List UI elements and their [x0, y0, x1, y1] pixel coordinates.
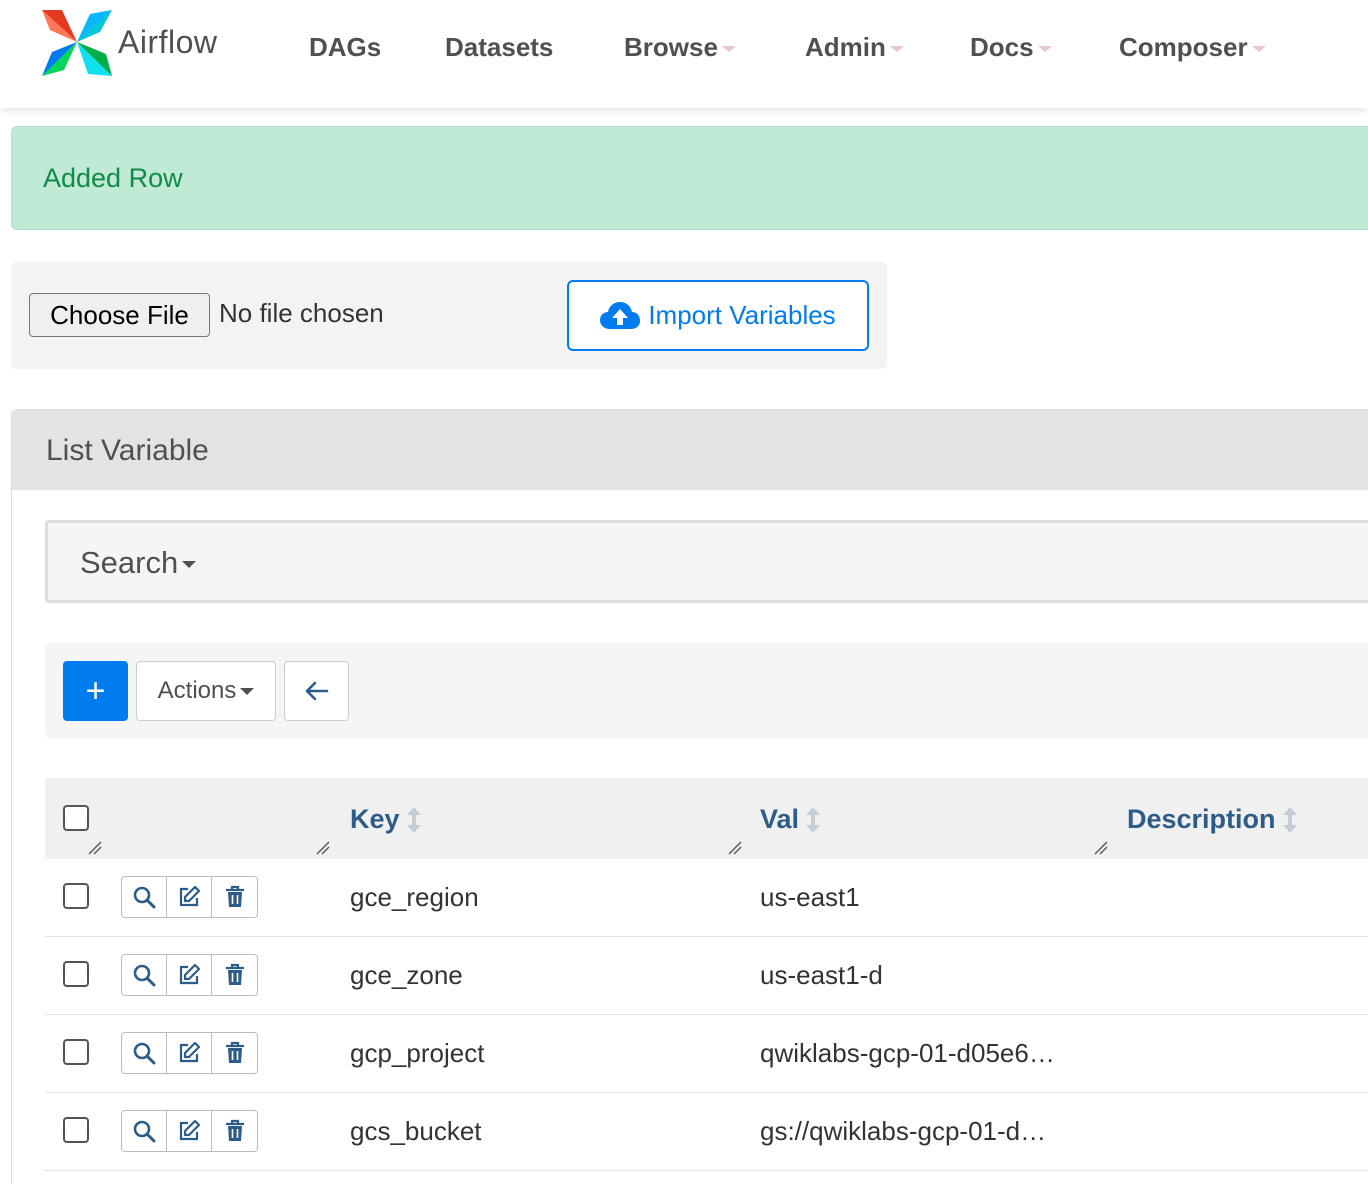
row-checkbox[interactable]: [63, 961, 89, 987]
trash-icon: [225, 1119, 244, 1141]
row-actions: [121, 1110, 258, 1152]
search-icon: [133, 1120, 156, 1143]
top-navbar: Airflow DAGs Datasets Browse Admin Docs …: [0, 0, 1368, 108]
airflow-pinwheel-icon: [42, 10, 112, 76]
show-record-button[interactable]: [122, 877, 167, 917]
sort-icon: [406, 806, 421, 833]
column-header-description[interactable]: Description: [1127, 804, 1298, 835]
cell-key: gcp_project: [350, 1038, 485, 1068]
nav-browse[interactable]: Browse: [624, 30, 736, 64]
column-resize-icon[interactable]: [727, 840, 743, 856]
edit-record-button[interactable]: [167, 877, 212, 917]
delete-record-button[interactable]: [212, 1033, 257, 1073]
column-header-key[interactable]: Key: [350, 804, 422, 835]
cell-key: gce_zone: [350, 960, 463, 990]
chevron-down-icon: [1251, 46, 1266, 53]
back-button[interactable]: [284, 661, 349, 721]
row-checkbox[interactable]: [63, 883, 89, 909]
success-alert: Added Row: [11, 126, 1368, 230]
edit-icon: [179, 1041, 201, 1063]
table-row: gcs_bucket gs://qwiklabs-gcp-01-d…: [45, 1093, 1368, 1171]
chevron-down-icon: [889, 46, 904, 53]
search-icon: [133, 964, 156, 987]
arrow-left-icon: [305, 681, 328, 701]
nav-datasets[interactable]: Datasets: [445, 30, 553, 64]
column-resize-icon[interactable]: [315, 840, 331, 856]
row-actions: [121, 876, 258, 918]
brand-name: Airflow: [118, 23, 218, 60]
cell-key: gce_region: [350, 882, 479, 912]
nav-dags[interactable]: DAGs: [309, 30, 381, 64]
row-actions: [121, 1032, 258, 1074]
show-record-button[interactable]: [122, 1033, 167, 1073]
import-variables-form: Choose File No file chosen Import Variab…: [11, 262, 887, 369]
trash-icon: [225, 1041, 244, 1063]
import-variables-button[interactable]: Import Variables: [567, 280, 869, 351]
cell-val: gs://qwiklabs-gcp-01-d…: [760, 1116, 1047, 1146]
no-file-label: No file chosen: [219, 298, 384, 328]
chevron-down-icon: [1037, 46, 1052, 53]
nav-docs[interactable]: Docs: [970, 30, 1052, 64]
trash-icon: [225, 963, 244, 985]
cell-val: qwiklabs-gcp-01-d05e6…: [760, 1038, 1055, 1068]
select-all-checkbox[interactable]: [63, 805, 89, 831]
list-toolbar: + Actions: [45, 643, 1368, 739]
edit-icon: [179, 1119, 201, 1141]
import-variables-label: Import Variables: [648, 300, 836, 330]
variables-table: Key Val Description gce_region us-east1: [45, 778, 1368, 1171]
table-row: gce_zone us-east1-d: [45, 937, 1368, 1015]
search-dropdown-toggle[interactable]: Search: [80, 545, 197, 581]
column-resize-icon[interactable]: [87, 840, 103, 856]
delete-record-button[interactable]: [212, 1111, 257, 1151]
add-record-button[interactable]: +: [63, 661, 128, 721]
panel-heading: List Variable: [12, 410, 1368, 490]
search-panel: Search: [45, 520, 1368, 603]
row-checkbox[interactable]: [63, 1039, 89, 1065]
show-record-button[interactable]: [122, 1111, 167, 1151]
cell-val: us-east1: [760, 882, 860, 912]
page-title: List Variable: [46, 434, 209, 467]
sort-icon: [1282, 806, 1297, 833]
edit-icon: [179, 885, 201, 907]
column-resize-icon[interactable]: [1093, 840, 1109, 856]
column-header-val[interactable]: Val: [760, 804, 821, 835]
edit-record-button[interactable]: [167, 955, 212, 995]
table-header: Key Val Description: [45, 778, 1368, 859]
edit-icon: [179, 963, 201, 985]
caret-down-icon: [240, 687, 255, 695]
chevron-down-icon: [721, 46, 736, 53]
caret-down-icon: [182, 561, 197, 569]
choose-file-button[interactable]: Choose File: [29, 293, 210, 337]
cloud-upload-icon: [600, 301, 641, 329]
sort-icon: [806, 806, 821, 833]
cell-key: gcs_bucket: [350, 1116, 482, 1146]
nav-admin[interactable]: Admin: [805, 30, 904, 64]
search-icon: [133, 1042, 156, 1065]
alert-message: Added Row: [43, 163, 183, 193]
table-row: gcp_project qwiklabs-gcp-01-d05e6…: [45, 1015, 1368, 1093]
table-row: gce_region us-east1: [45, 859, 1368, 937]
search-icon: [133, 886, 156, 909]
cell-val: us-east1-d: [760, 960, 883, 990]
actions-dropdown-button[interactable]: Actions: [136, 661, 276, 721]
edit-record-button[interactable]: [167, 1033, 212, 1073]
row-actions: [121, 954, 258, 996]
nav-composer[interactable]: Composer: [1119, 30, 1266, 64]
delete-record-button[interactable]: [212, 877, 257, 917]
row-checkbox[interactable]: [63, 1117, 89, 1143]
delete-record-button[interactable]: [212, 955, 257, 995]
trash-icon: [225, 885, 244, 907]
show-record-button[interactable]: [122, 955, 167, 995]
brand-logo-link[interactable]: Airflow: [40, 6, 218, 78]
edit-record-button[interactable]: [167, 1111, 212, 1151]
